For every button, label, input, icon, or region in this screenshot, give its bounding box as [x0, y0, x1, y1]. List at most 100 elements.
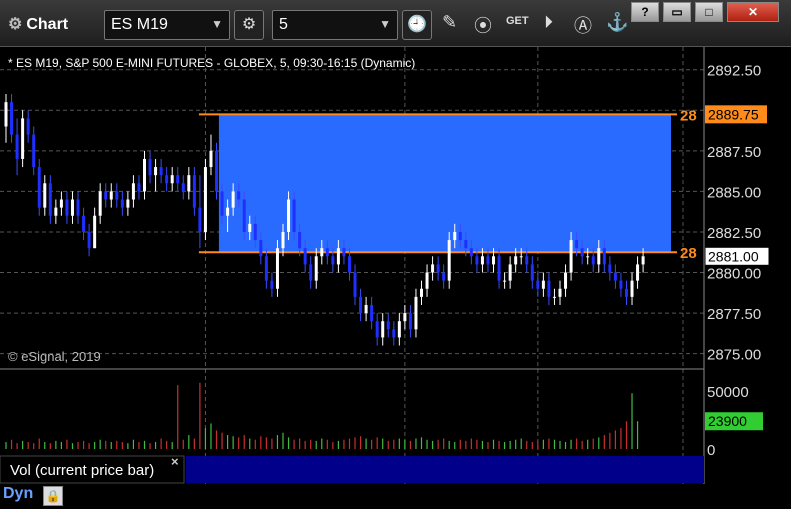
symbol-value: ES M19 — [111, 16, 168, 33]
candle-body — [408, 313, 412, 330]
lock-icon[interactable]: 🔒 — [43, 486, 63, 506]
zone-top-edge-label: 28 — [680, 107, 697, 124]
candle-body — [120, 199, 124, 208]
candle-body — [170, 175, 174, 184]
candle-body — [586, 256, 590, 258]
chevron-down-icon: ▼ — [379, 17, 391, 31]
candle-body — [447, 240, 451, 281]
candle-body — [26, 118, 30, 135]
candle-body — [159, 167, 163, 176]
zone-bottom-edge-label: 28 — [680, 245, 697, 262]
candle-body — [242, 199, 246, 232]
candle-body — [48, 183, 52, 216]
candle-body — [43, 183, 47, 208]
candle-body — [137, 183, 141, 192]
candle-body — [514, 256, 518, 265]
clock-icon[interactable]: 🕘 — [402, 10, 432, 40]
candle-body — [131, 183, 135, 200]
link-icon[interactable]: ⚓ — [606, 12, 628, 33]
candle-body — [370, 304, 374, 322]
candle-body — [453, 231, 457, 241]
candle-body — [10, 102, 14, 135]
candle-body — [32, 134, 36, 168]
price-tick: 2875.00 — [707, 347, 761, 364]
candle-body — [547, 280, 551, 297]
symbol-select[interactable]: ES M19 ▼ — [104, 10, 230, 40]
candle-body — [309, 264, 313, 281]
candle-body — [392, 329, 396, 338]
volume-legend: Vol (current price bar) — [10, 462, 154, 479]
candle-body — [275, 248, 279, 289]
study-icon[interactable]: ⦿ — [474, 12, 492, 38]
candle-body — [115, 191, 119, 200]
interval-value: 5 — [279, 16, 288, 33]
candle-body — [597, 248, 601, 265]
candle-body — [364, 304, 368, 314]
interval-select[interactable]: 5 ▼ — [272, 10, 398, 40]
candle-body — [253, 223, 257, 241]
candle-body — [608, 264, 612, 273]
price-zone[interactable] — [218, 114, 671, 253]
help-button[interactable]: ? — [631, 2, 659, 22]
close-button[interactable]: ✕ — [727, 2, 779, 22]
maximize-button[interactable]: □ — [695, 2, 723, 22]
candle-body — [580, 248, 584, 257]
candle-body — [298, 231, 302, 249]
candle-body — [65, 199, 69, 216]
play-icon[interactable]: ⏵ — [544, 12, 553, 33]
candle-body — [37, 167, 41, 208]
candle-body — [165, 175, 169, 184]
candle-body — [70, 199, 74, 216]
candle-body — [613, 272, 617, 281]
price-tick: 2892.50 — [707, 63, 761, 80]
candle-body — [342, 248, 346, 257]
candle-body — [203, 167, 207, 232]
volume-tick: 50000 — [707, 384, 749, 401]
candle-body — [76, 199, 80, 216]
candle-body — [248, 223, 252, 232]
candle-body — [558, 288, 562, 297]
candle-body — [575, 240, 579, 249]
candle-body — [536, 280, 540, 289]
candle-body — [259, 240, 263, 257]
price-tick: 2887.50 — [707, 144, 761, 161]
alert-icon[interactable]: Ⓐ — [574, 12, 592, 38]
price-tick: 2880.00 — [707, 266, 761, 283]
settings-icon[interactable]: ⚙ — [234, 10, 264, 40]
candle-body — [636, 264, 640, 281]
candle-body — [126, 199, 130, 208]
close-icon[interactable]: × — [171, 454, 179, 469]
candle-body — [497, 256, 501, 281]
candle-body — [176, 175, 180, 184]
candle-body — [287, 199, 291, 232]
candle-body — [397, 321, 401, 338]
candle-body — [187, 175, 191, 192]
candle-body — [237, 191, 241, 200]
candle-body — [98, 191, 102, 216]
candle-body — [104, 191, 108, 200]
pencil-icon[interactable]: ✎ — [442, 12, 457, 33]
candle-body — [375, 321, 379, 338]
candle-body — [403, 313, 407, 322]
price-tick: 2885.00 — [707, 184, 761, 201]
candle-body — [59, 199, 63, 208]
candle-body — [314, 256, 318, 281]
candle-body — [386, 321, 390, 330]
candle-body — [336, 248, 340, 265]
gear-icon[interactable]: ⚙ — [8, 16, 22, 33]
candle-body — [325, 248, 329, 257]
price-chart[interactable]: * ES M19, S&P 500 E-MINI FUTURES - GLOBE… — [0, 47, 791, 484]
restore-button[interactable]: ▭ — [663, 2, 691, 22]
candle-body — [4, 102, 8, 127]
candle-body — [192, 175, 196, 208]
candle-body — [109, 191, 113, 200]
candle-body — [525, 256, 529, 265]
candle-body — [431, 264, 435, 273]
candle-body — [475, 256, 479, 265]
volume-bars — [5, 382, 639, 449]
candle-body — [425, 272, 429, 289]
candle-body — [21, 118, 25, 159]
candle-body — [154, 167, 158, 176]
window-title-text: Chart — [26, 16, 69, 33]
get-icon[interactable]: GET — [506, 15, 529, 27]
